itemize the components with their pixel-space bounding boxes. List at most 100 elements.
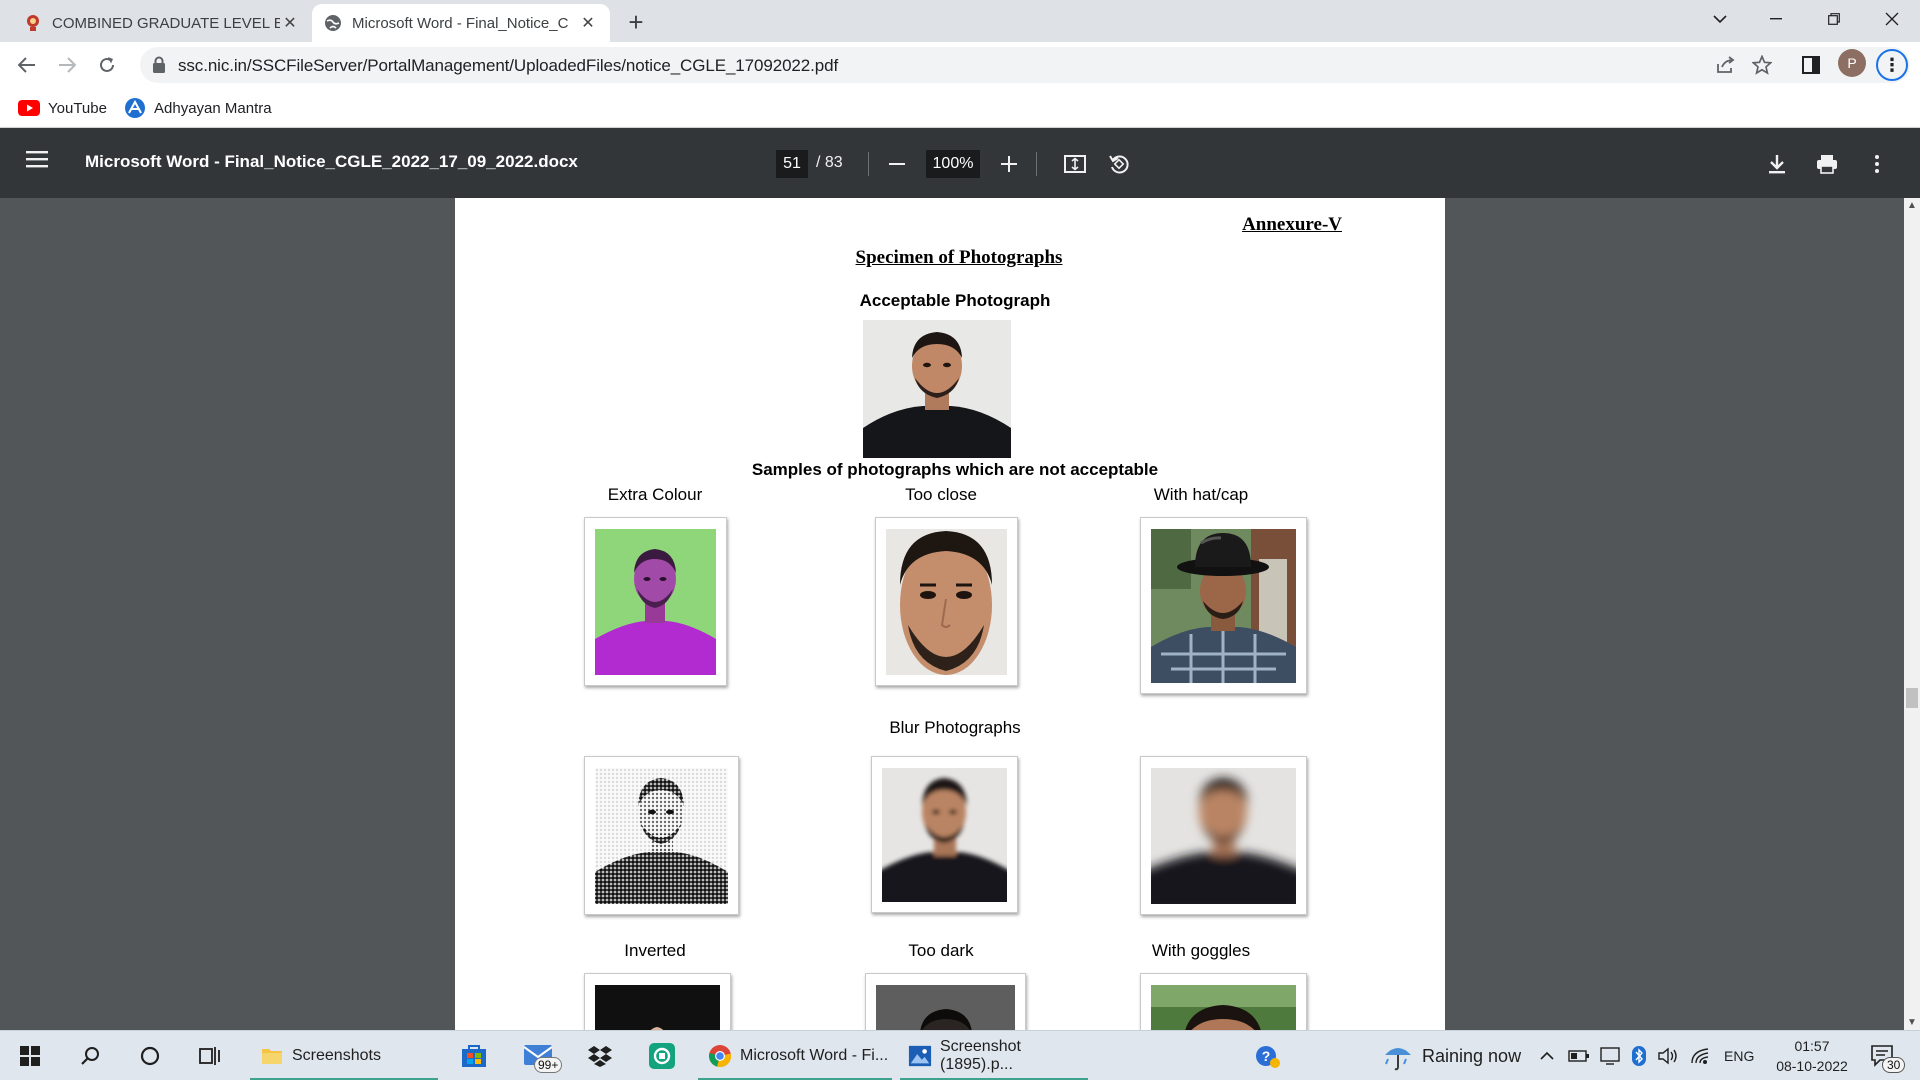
tab-strip: COMBINED GRADUATE LEVEL EX ✕ Microsoft W… [0, 0, 1920, 42]
page-total: / 83 [816, 154, 843, 171]
taskbar-app-label: Screenshot (1895).p... [940, 1038, 1021, 1073]
adhyayan-icon [124, 97, 146, 119]
tray-overflow-chevron-icon[interactable] [1540, 1031, 1554, 1080]
heavily-blurred-photograph [1151, 768, 1296, 904]
annexure-title: Annexure-V [1242, 214, 1342, 235]
minimize-icon[interactable] [1748, 0, 1804, 38]
divider [868, 152, 869, 176]
with-goggles-label: With goggles [1151, 941, 1251, 960]
inverted-photo-frame [584, 756, 739, 915]
device-icon[interactable] [1600, 1031, 1620, 1080]
side-panel-icon[interactable] [1795, 49, 1827, 81]
clock-date: 08-10-2022 [1776, 1058, 1848, 1074]
address-bar[interactable]: ssc.nic.in/SSCFileServer/PortalManagemen… [140, 47, 1910, 83]
blur-photographs-label: Blur Photographs [889, 718, 1021, 737]
taskbar-app-chrome[interactable]: Microsoft Word - Fi... [698, 1031, 892, 1080]
taskbar-app-photos[interactable]: Screenshot (1895).p... [900, 1031, 1088, 1080]
wifi-icon[interactable] [1690, 1031, 1710, 1080]
cortana-icon[interactable] [134, 1040, 166, 1072]
windows-taskbar: Screenshots 99+ Microsoft Word - Fi... S… [0, 1030, 1920, 1080]
forward-button[interactable] [51, 49, 83, 81]
fit-to-page-icon[interactable] [1060, 149, 1090, 179]
chrome-icon [708, 1044, 732, 1068]
url-text: ssc.nic.in/SSCFileServer/PortalManagemen… [178, 56, 839, 75]
profile-avatar[interactable]: P [1838, 49, 1866, 77]
bookmark-adhyayan-mantra[interactable]: Adhyayan Mantra [124, 96, 272, 120]
new-tab-button[interactable]: + [620, 6, 652, 38]
restore-icon[interactable] [1806, 0, 1862, 38]
tab-search-chevron-icon[interactable] [1692, 0, 1748, 38]
not-acceptable-label: Samples of photographs which are not acc… [751, 460, 1159, 479]
zoom-out-button[interactable] [882, 149, 912, 179]
inverted-label: Inverted [624, 941, 686, 960]
zoom-level-input[interactable]: 100% [926, 150, 980, 178]
reload-button[interactable] [91, 49, 123, 81]
hamburger-menu-icon[interactable] [26, 150, 52, 176]
divider [1036, 152, 1037, 176]
svg-text:?: ? [1262, 1048, 1271, 1064]
chrome-menu-icon[interactable]: ⋮ [1876, 49, 1908, 81]
bookmark-youtube[interactable]: YouTube [18, 96, 107, 120]
bluetooth-icon[interactable] [1632, 1031, 1646, 1080]
close-window-icon[interactable] [1864, 0, 1920, 38]
too-close-photo-frame [875, 517, 1018, 686]
weather-widget[interactable]: Raining now [1382, 1031, 1521, 1080]
bookmark-label: YouTube [48, 99, 107, 117]
dropbox-icon[interactable] [584, 1040, 616, 1072]
tab-title: Microsoft Word - Final_Notice_C [352, 14, 569, 32]
notification-count-badge: 30 [1882, 1057, 1906, 1073]
search-icon[interactable] [74, 1040, 106, 1072]
scroll-down-arrow-icon[interactable]: ▼ [1907, 1017, 1917, 1028]
page-number-input[interactable]: 51 [776, 150, 808, 178]
with-hat-label: With hat/cap [1153, 485, 1249, 504]
rotate-icon[interactable] [1104, 149, 1134, 179]
close-tab-icon[interactable]: ✕ [280, 13, 300, 33]
specimen-heading: Specimen of Photographs [855, 247, 1063, 268]
app-launcher-icon[interactable] [646, 1040, 678, 1072]
clock-time: 01:57 [1794, 1038, 1830, 1054]
acceptable-photograph [863, 320, 1011, 458]
language-indicator[interactable]: ENG [1724, 1031, 1754, 1080]
windows-start-icon[interactable] [14, 1040, 46, 1072]
more-options-icon[interactable] [1862, 149, 1892, 179]
scrollbar-thumb[interactable] [1906, 688, 1918, 708]
download-icon[interactable] [1762, 149, 1792, 179]
volume-icon[interactable] [1658, 1031, 1680, 1080]
system-clock[interactable]: 01:57 08-10-2022 [1764, 1036, 1860, 1076]
tab-ssc-cgl[interactable]: COMBINED GRADUATE LEVEL EX ✕ [12, 4, 312, 42]
inverted-photo-frame-2 [584, 973, 731, 1030]
youtube-icon [18, 100, 40, 116]
blurred-photograph [882, 768, 1007, 902]
too-close-photograph [886, 529, 1007, 675]
browser-toolbar: ssc.nic.in/SSCFileServer/PortalManagemen… [0, 42, 1920, 88]
bookmark-star-icon[interactable] [1746, 49, 1778, 81]
lock-icon [152, 56, 170, 74]
with-hat-photograph [1151, 529, 1296, 683]
microsoft-store-icon[interactable] [458, 1040, 490, 1072]
share-icon[interactable] [1710, 49, 1742, 81]
tab-pdf-notice[interactable]: Microsoft Word - Final_Notice_C ✕ [312, 4, 610, 42]
with-hat-photo-frame [1140, 517, 1307, 694]
taskbar-app-label: Screenshots [292, 1047, 381, 1064]
close-tab-icon[interactable]: ✕ [578, 13, 598, 33]
too-dark-photo-frame [865, 973, 1026, 1030]
back-button[interactable] [11, 49, 43, 81]
rain-umbrella-icon [1382, 1041, 1414, 1071]
scroll-up-arrow-icon[interactable]: ▲ [1907, 200, 1917, 211]
print-icon[interactable] [1812, 149, 1842, 179]
pdf-viewer-area[interactable]: Annexure-V Specimen of Photographs Accep… [0, 198, 1920, 1030]
pdf-page: Annexure-V Specimen of Photographs Accep… [455, 198, 1445, 1030]
acceptable-photo-label: Acceptable Photograph [859, 291, 1051, 310]
taskbar-app-screenshots[interactable]: Screenshots [250, 1031, 438, 1080]
bookmark-label: Adhyayan Mantra [154, 99, 272, 117]
weather-text: Raining now [1422, 1045, 1522, 1066]
halftone-photograph [595, 768, 728, 904]
vertical-scrollbar[interactable]: ▲ ▼ [1904, 198, 1920, 1030]
inverted-photograph [595, 985, 720, 1030]
help-icon[interactable]: ? [1252, 1040, 1284, 1072]
extra-colour-label: Extra Colour [607, 485, 703, 504]
extra-colour-photo-frame [584, 517, 727, 686]
task-view-icon[interactable] [194, 1040, 226, 1072]
zoom-in-button[interactable] [994, 149, 1024, 179]
battery-icon[interactable] [1568, 1031, 1590, 1080]
